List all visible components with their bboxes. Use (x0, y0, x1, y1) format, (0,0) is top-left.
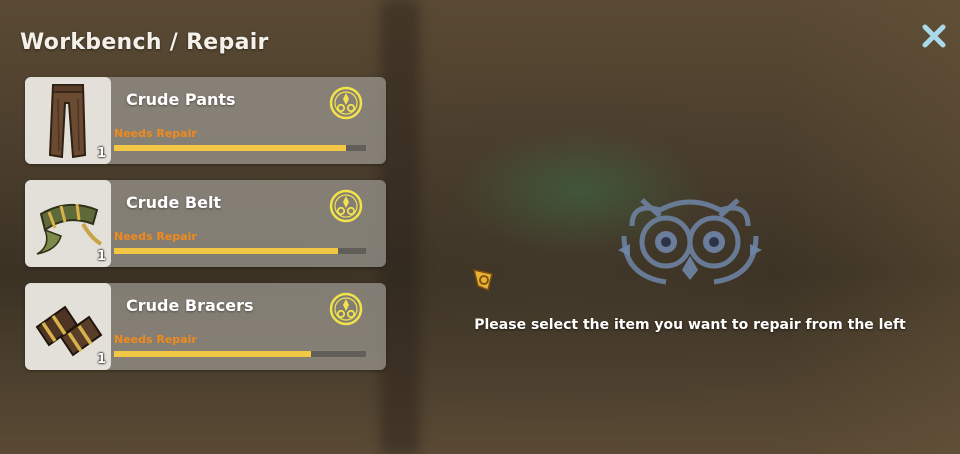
empty-selection-hint: Please select the item you want to repai… (474, 317, 906, 333)
item-status: Needs Repair (114, 333, 197, 346)
item-quantity: 1 (97, 352, 107, 367)
cursor-icon (472, 269, 493, 292)
item-status: Needs Repair (114, 127, 197, 140)
durability-fill (114, 145, 346, 151)
item-list: 1 Crude Pants Needs Repair 1 Crude Belt … (25, 77, 386, 386)
repair-icon (329, 86, 363, 120)
item-name: Crude Belt (126, 193, 222, 212)
item-card-crude-pants[interactable]: 1 Crude Pants Needs Repair (25, 77, 386, 164)
durability-fill (114, 248, 339, 254)
item-quantity: 1 (97, 146, 107, 161)
item-thumbnail: 1 (25, 283, 111, 370)
item-thumbnail: 1 (25, 77, 111, 164)
pants-icon (48, 84, 87, 159)
item-name: Crude Bracers (126, 296, 254, 315)
belt-icon (36, 203, 103, 255)
close-button[interactable] (918, 20, 950, 52)
durability-fill (114, 351, 311, 357)
repair-icon (329, 189, 363, 223)
durability-bar (114, 351, 366, 357)
item-thumbnail: 1 (25, 180, 111, 267)
item-name: Crude Pants (126, 90, 236, 109)
durability-bar (114, 145, 366, 151)
bracers-icon (35, 305, 103, 357)
owl-emblem-icon (618, 198, 762, 285)
item-card-crude-belt[interactable]: 1 Crude Belt Needs Repair (25, 180, 386, 267)
durability-bar (114, 248, 366, 254)
item-status: Needs Repair (114, 230, 197, 243)
close-icon (922, 24, 946, 48)
item-card-crude-bracers[interactable]: 1 Crude Bracers Needs Repair (25, 283, 386, 370)
item-quantity: 1 (97, 249, 107, 264)
repair-icon (329, 292, 363, 326)
page-title: Workbench / Repair (20, 30, 269, 55)
